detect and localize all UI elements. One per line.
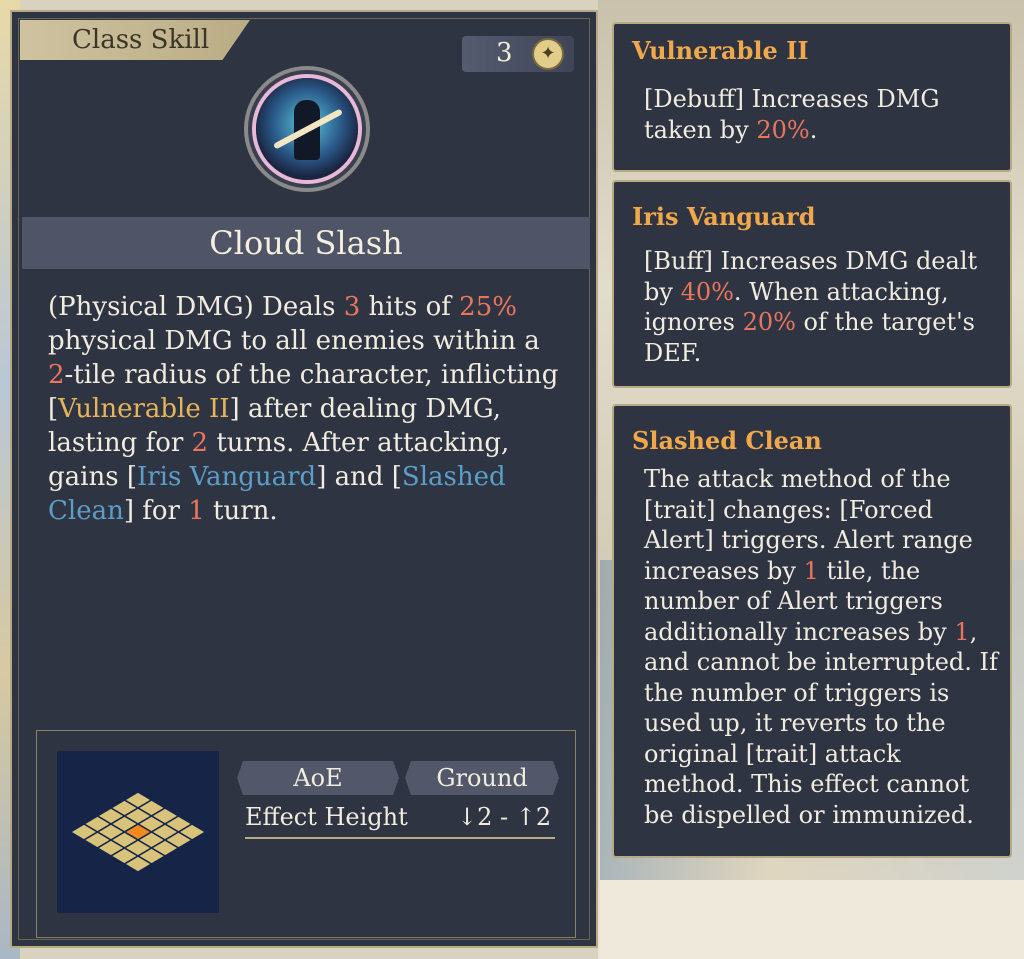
highlight-segment: 3 (343, 292, 361, 322)
tooltip-title: Vulnerable II (632, 36, 809, 65)
highlight-segment: 20% (756, 115, 810, 144)
skill-cost-value: 3 (496, 38, 513, 68)
text-segment: physical DMG to all enemies within a (48, 326, 540, 356)
aoe-tag: AoE (237, 761, 399, 795)
divider (245, 837, 555, 839)
effect-height-label: Effect Height (245, 803, 408, 831)
tooltip-body: [Debuff] Increases DMG taken by 20%. (644, 84, 1004, 145)
text-segment: . (809, 115, 818, 144)
highlight-segment[interactable]: Vulnerable II (58, 394, 229, 424)
highlight-segment: 25% (459, 292, 517, 322)
tooltip-body: The attack method of the [trait] changes… (644, 464, 1004, 830)
skill-emblem-icon (244, 66, 370, 192)
skill-description: (Physical DMG) Deals 3 hits of 25% physi… (48, 290, 568, 528)
text-segment: turn. (204, 496, 278, 526)
star-coin-icon: ✦ (532, 38, 564, 70)
highlight-segment: 1 (803, 556, 819, 585)
tooltip-title: Slashed Clean (632, 426, 822, 455)
background-bottom (600, 880, 1024, 959)
tooltip-body: [Buff] Increases DMG dealt by 40%. When … (644, 246, 1004, 368)
tooltip-slashed-clean: Slashed Clean The attack method of the [… (612, 404, 1012, 858)
aoe-grid-preview (57, 751, 219, 913)
text-segment: ] and [ (316, 462, 402, 492)
text-segment: hits of (360, 292, 460, 322)
aoe-diamond-grid (69, 791, 207, 873)
highlight-segment: 1 (954, 617, 970, 646)
text-segment: (Physical DMG) Deals (48, 292, 344, 322)
effect-height-value: ↓2 - ↑2 (457, 803, 552, 831)
highlight-segment: 2 (48, 360, 65, 390)
tooltip-iris-vanguard: Iris Vanguard [Buff] Increases DMG dealt… (612, 180, 1012, 388)
text-segment: , and cannot be interrupted. If the numb… (644, 617, 998, 829)
highlight-segment: 20% (742, 308, 796, 336)
highlight-segment[interactable]: Iris Vanguard (137, 462, 316, 492)
text-segment: ] for (123, 496, 189, 526)
tooltip-vulnerable-ii: Vulnerable II [Debuff] Increases DMG tak… (612, 22, 1012, 172)
skill-cost-badge: 3 ✦ (462, 36, 574, 72)
skill-panel: Class Skill 3 ✦ Cloud Slash (Physical DM… (10, 10, 598, 948)
highlight-segment: 2 (191, 428, 209, 458)
tooltip-title: Iris Vanguard (632, 202, 816, 231)
class-skill-tag: Class Skill (20, 20, 250, 60)
ground-tag: Ground (405, 761, 559, 795)
highlight-segment: 1 (188, 496, 205, 526)
range-info-box: AoE Ground Effect Height ↓2 - ↑2 (36, 730, 576, 938)
highlight-segment: 40% (680, 277, 734, 306)
skill-name: Cloud Slash (22, 217, 590, 269)
